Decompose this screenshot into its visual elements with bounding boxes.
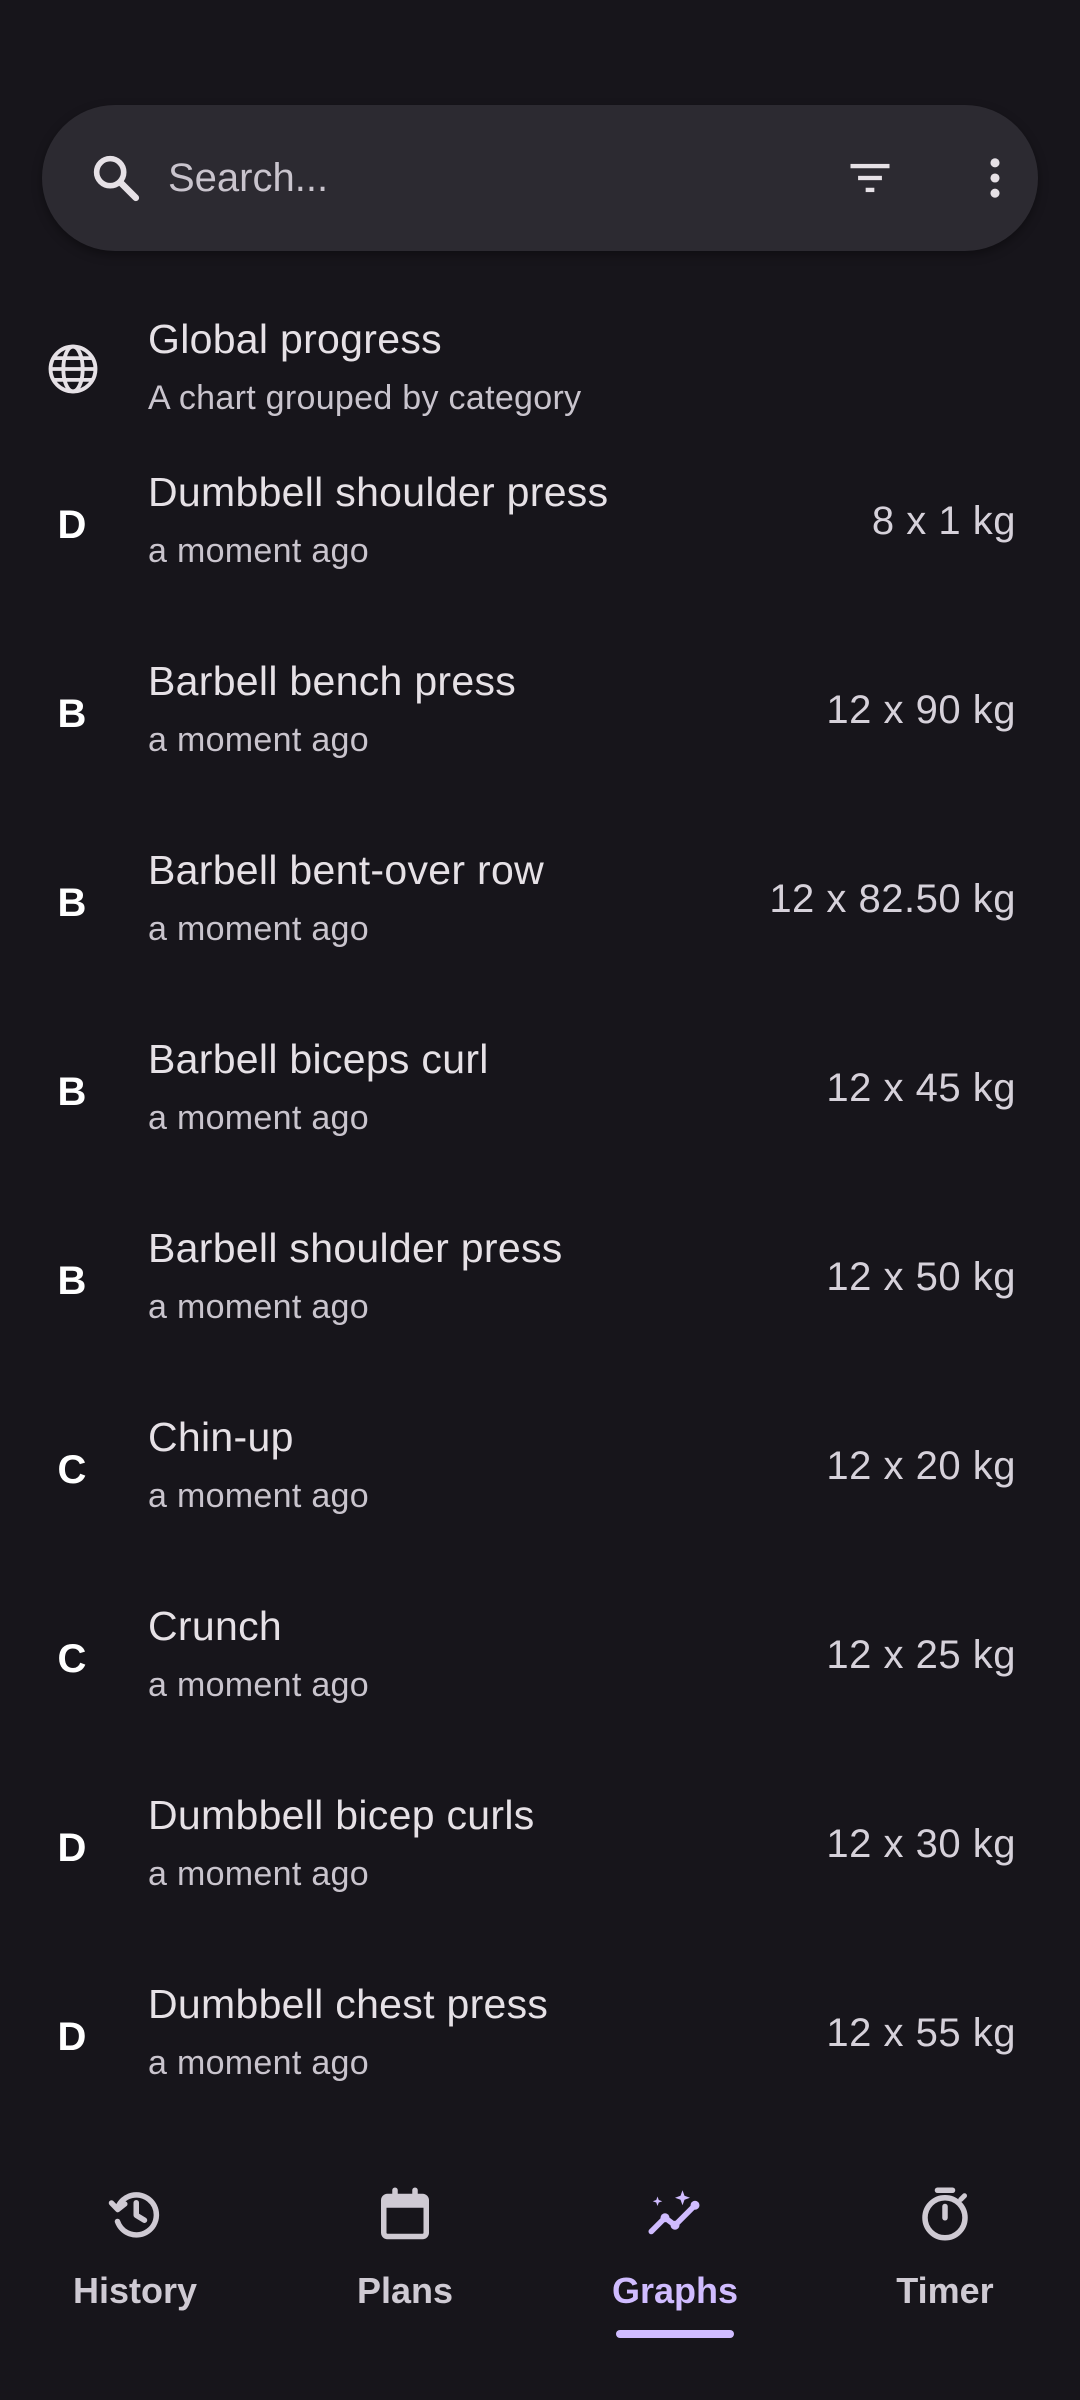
exercise-time: a moment ago xyxy=(148,1288,369,1326)
global-progress-subtitle: A chart grouped by category xyxy=(148,379,582,417)
list-item[interactable]: B Barbell shoulder press a moment ago 12… xyxy=(0,1190,1080,1379)
exercise-name: Dumbbell shoulder press xyxy=(148,469,609,515)
nav-plans-label: Plans xyxy=(356,2270,454,2311)
exercise-time: a moment ago xyxy=(148,532,369,570)
exercise-initial: C xyxy=(57,1448,87,1492)
exercise-time: a moment ago xyxy=(148,1477,369,1515)
exercise-best-set: 12 x 55 kg xyxy=(826,2011,1016,2055)
nav-timer[interactable]: Timer xyxy=(810,2160,1080,2360)
global-progress-title: Global progress xyxy=(148,316,442,362)
exercise-initial: B xyxy=(57,692,87,736)
exercise-best-set: 12 x 50 kg xyxy=(826,1255,1016,1299)
filter-icon xyxy=(850,163,890,193)
globe-icon xyxy=(48,344,98,394)
list-item[interactable]: C Crunch a moment ago 12 x 25 kg xyxy=(0,1568,1080,1757)
exercise-initial: D xyxy=(57,503,87,547)
list-item[interactable]: D Dumbbell shoulder press a moment ago 8… xyxy=(0,434,1080,623)
search-bar[interactable] xyxy=(42,105,1038,251)
history-icon xyxy=(108,2192,160,2238)
exercise-name: Crunch xyxy=(148,1603,282,1649)
timer-icon xyxy=(922,2187,968,2241)
exercise-best-set: 12 x 45 kg xyxy=(826,1066,1016,1110)
list-item[interactable]: B Barbell biceps curl a moment ago 12 x … xyxy=(0,1001,1080,1190)
filter-button[interactable] xyxy=(810,143,930,213)
bottom-navigation: History Plans Graphs Timer xyxy=(0,2160,1080,2400)
exercise-initial: B xyxy=(57,1070,87,1114)
graph-icon xyxy=(648,2190,700,2235)
list-item[interactable]: D Dumbbell bicep curls a moment ago 12 x… xyxy=(0,1757,1080,1946)
exercise-name: Barbell shoulder press xyxy=(148,1225,563,1271)
nav-timer-label: Timer xyxy=(896,2270,994,2311)
exercise-name: Chin-up xyxy=(148,1414,294,1460)
exercise-initial: D xyxy=(57,2015,87,2059)
list-item[interactable]: B Barbell bench press a moment ago 12 x … xyxy=(0,623,1080,812)
nav-history-label: History xyxy=(72,2270,198,2311)
exercise-best-set: 12 x 25 kg xyxy=(826,1633,1016,1677)
search-icon xyxy=(93,155,140,202)
exercise-time: a moment ago xyxy=(148,2044,369,2082)
calendar-icon xyxy=(381,2187,429,2240)
exercise-initial: B xyxy=(57,881,87,925)
exercise-time: a moment ago xyxy=(148,1099,369,1137)
exercise-name: Barbell bent-over row xyxy=(148,847,544,893)
more-options-button[interactable] xyxy=(948,143,1042,213)
exercise-best-set: 12 x 82.50 kg xyxy=(769,877,1016,921)
global-progress-item[interactable]: Global progress A chart grouped by categ… xyxy=(0,300,1080,434)
exercise-name: Barbell biceps curl xyxy=(148,1036,489,1082)
nav-plans[interactable]: Plans xyxy=(270,2160,540,2360)
exercise-time: a moment ago xyxy=(148,721,369,759)
exercise-best-set: 12 x 30 kg xyxy=(826,1822,1016,1866)
exercise-name: Barbell bench press xyxy=(148,658,517,704)
exercise-name: Dumbbell bicep curls xyxy=(148,1792,535,1838)
nav-history[interactable]: History xyxy=(0,2160,270,2360)
active-tab-indicator xyxy=(616,2330,734,2338)
exercise-initial: B xyxy=(57,1259,87,1303)
list-item[interactable]: C Chin-up a moment ago 12 x 20 kg xyxy=(0,1379,1080,1568)
exercise-initial: D xyxy=(57,1826,87,1870)
exercise-time: a moment ago xyxy=(148,910,369,948)
exercise-initial: C xyxy=(57,1637,87,1681)
search-input[interactable] xyxy=(168,143,788,213)
more-vert-icon xyxy=(990,158,1000,198)
exercise-time: a moment ago xyxy=(148,1666,369,1704)
list-item[interactable]: B Barbell bent-over row a moment ago 12 … xyxy=(0,812,1080,1001)
exercise-time: a moment ago xyxy=(148,1855,369,1893)
list-item[interactable]: D Dumbbell chest press a moment ago 12 x… xyxy=(0,1946,1080,2135)
exercise-name: Dumbbell chest press xyxy=(148,1981,549,2027)
nav-graphs-label: Graphs xyxy=(611,2270,739,2311)
exercise-best-set: 8 x 1 kg xyxy=(871,499,1016,543)
exercise-best-set: 12 x 20 kg xyxy=(826,1444,1016,1488)
exercise-best-set: 12 x 90 kg xyxy=(826,688,1016,732)
